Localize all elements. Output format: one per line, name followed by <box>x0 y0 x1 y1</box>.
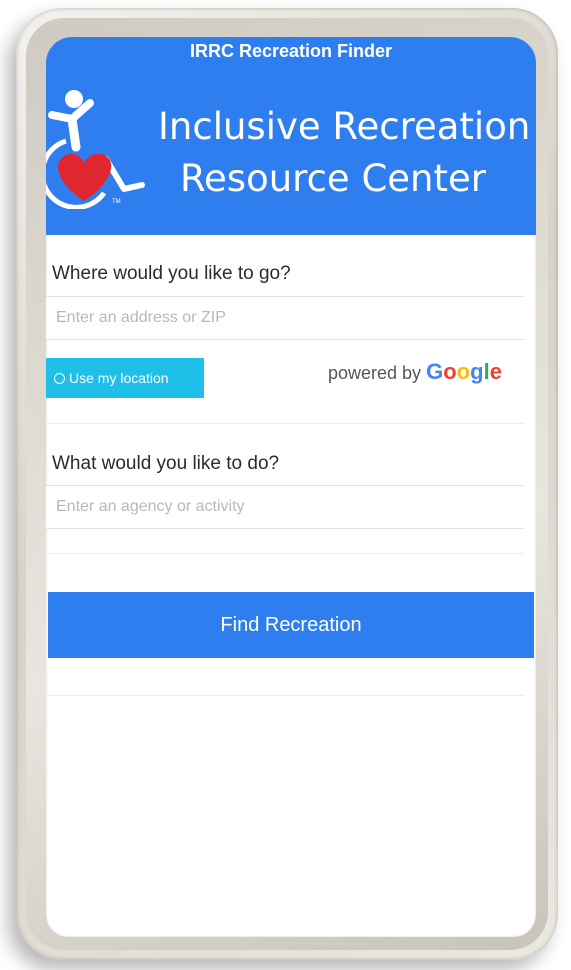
powered-by-text: powered by <box>328 363 422 383</box>
use-my-location-button[interactable]: Use my location <box>46 358 204 398</box>
app-title: IRRC Recreation Finder <box>189 41 393 61</box>
brand-line-1: Inclusive Recreation <box>158 105 531 148</box>
section-divider <box>46 553 524 554</box>
activity-label: What would you like to do? <box>52 453 280 474</box>
brand-line-2: Resource Center <box>180 157 486 200</box>
location-circle-icon <box>54 373 65 384</box>
find-recreation-button[interactable]: Find Recreation <box>48 592 534 658</box>
activity-input[interactable] <box>46 485 524 529</box>
address-input[interactable] <box>46 296 524 340</box>
location-label: Where would you like to go? <box>52 263 291 284</box>
brand-name: Inclusive Recreation Resource Center <box>158 101 536 205</box>
wheelchair-heart-logo-icon: TM <box>46 90 145 209</box>
powered-by-google: powered by Google <box>328 359 502 385</box>
app-header: IRRC Recreation Finder TM Inclusive Recr… <box>46 37 536 235</box>
section-divider <box>46 695 524 696</box>
google-logo: Google <box>426 359 502 384</box>
section-divider <box>46 423 524 424</box>
logo-trademark: TM <box>112 199 121 205</box>
phone-screen: IRRC Recreation Finder TM Inclusive Recr… <box>46 37 536 937</box>
use-my-location-label: Use my location <box>69 370 169 386</box>
